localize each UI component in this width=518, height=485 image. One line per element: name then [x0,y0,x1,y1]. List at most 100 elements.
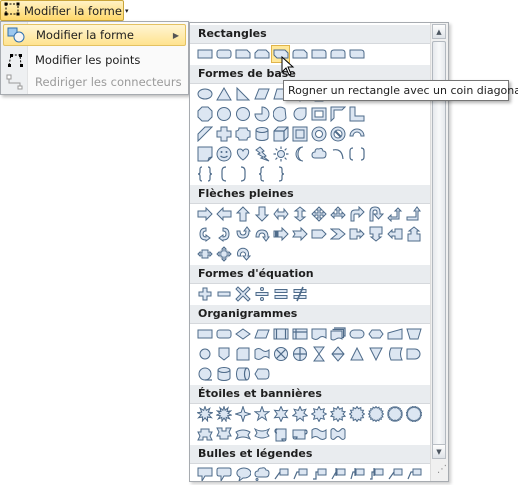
shape-f-process-icon[interactable] [195,325,214,343]
shape-s-explo2-icon[interactable] [214,405,233,423]
shape-rbrace-icon[interactable] [271,165,290,183]
shape-a-striped-icon[interactable] [271,225,290,243]
shape-cloud-icon[interactable] [309,145,328,163]
shape-frame-icon[interactable] [309,105,328,123]
shape-b-wave-icon[interactable] [309,425,328,443]
shape-c-bor2-icon[interactable] [404,465,423,481]
shape-a-right-call-icon[interactable] [347,225,366,243]
shape-a-uturn-icon[interactable] [366,205,385,223]
shape-a-circ-icon[interactable] [233,245,252,263]
shape-dodec-icon[interactable] [233,105,252,123]
shape-b-ribbon-up-icon[interactable] [195,425,214,443]
shape-snip2-icon[interactable] [252,45,271,63]
shape-block-arc-icon[interactable] [347,125,366,143]
shape-round-diag-icon[interactable] [347,45,366,63]
scroll-down-button[interactable]: ▼ [432,444,446,459]
shape-f-extract-icon[interactable] [347,345,366,363]
shape-f-decision-icon[interactable] [233,325,252,343]
shape-f-merge-icon[interactable] [366,345,385,363]
shape-s-32-icon[interactable] [404,405,423,423]
shape-b-scroll-h-icon[interactable] [290,425,309,443]
shape-pentagon-a-icon[interactable] [309,225,328,243]
shape-diag-stripe-icon[interactable] [195,125,214,143]
shape-a-up-call-icon[interactable] [404,225,423,243]
shape-a-down-call-icon[interactable] [366,225,385,243]
shape-f-term-icon[interactable] [347,325,366,343]
shape-s-6-icon[interactable] [271,405,290,423]
shape-snip1-icon[interactable] [233,45,252,63]
shape-f-manual-op-icon[interactable] [404,325,423,343]
shape-rect-icon[interactable] [195,45,214,63]
shape-a-lup-icon[interactable] [385,205,404,223]
shape-a-up-icon[interactable] [233,205,252,223]
resize-grip-icon[interactable]: ⋰ [431,464,447,480]
shape-a-bentup-icon[interactable] [404,205,423,223]
shape-a-bent-icon[interactable] [347,205,366,223]
shape-cube-icon[interactable] [271,125,290,143]
shape-m-neq-icon[interactable] [290,285,309,303]
shape-a-curv-l-icon[interactable] [214,225,233,243]
shape-f-manual-in-icon[interactable] [385,325,404,343]
shape-folded-icon[interactable] [195,145,214,163]
shape-b-ribbon-curv-down-icon[interactable] [252,425,271,443]
shape-b-dwave-icon[interactable] [328,425,347,443]
shape-f-alt-icon[interactable] [214,325,233,343]
shape-m-eq-icon[interactable] [271,285,290,303]
shape-b-ribbon-curv-up-icon[interactable] [233,425,252,443]
shape-f-delay-icon[interactable] [404,345,423,363]
shape-a-notched-icon[interactable] [290,225,309,243]
shape-pie-icon[interactable] [252,105,271,123]
shape-f-offpage-icon[interactable] [214,345,233,363]
shape-c-line2-icon[interactable] [290,465,309,481]
shape-dbrace-icon[interactable] [195,165,214,183]
shape-rbrkt-icon[interactable] [233,165,252,183]
shape-moon-icon[interactable] [290,145,309,163]
shape-f-sort-icon[interactable] [328,345,347,363]
shape-a-curv-u-icon[interactable] [233,225,252,243]
shape-f-predef-icon[interactable] [271,325,290,343]
shape-c-acc1-icon[interactable] [328,465,347,481]
shape-c-line1-icon[interactable] [271,465,290,481]
shape-s-24-icon[interactable] [385,405,404,423]
shape-f-sumj-icon[interactable] [271,345,290,363]
shape-chevron-icon[interactable] [328,225,347,243]
shape-a-left-icon[interactable] [214,205,233,223]
shape-f-card-icon[interactable] [233,345,252,363]
shape-f-seq-icon[interactable] [195,365,214,383]
shape-round2-icon[interactable] [328,45,347,63]
shape-f-display-icon[interactable] [252,365,271,383]
shape-dec-icon[interactable] [214,105,233,123]
shape-m-div-icon[interactable] [252,285,271,303]
shape-no-icon[interactable] [328,125,347,143]
shape-a-lr-icon[interactable] [271,205,290,223]
menu-item-change-shape[interactable]: Modifier la forme ▶ [3,24,186,46]
shape-s-7-icon[interactable] [290,405,309,423]
shape-c-rect-icon[interactable] [195,465,214,481]
shape-f-magdisk-icon[interactable] [214,365,233,383]
shape-rtri-icon[interactable] [233,85,252,103]
shape-f-direct-icon[interactable] [233,365,252,383]
shape-donut-icon[interactable] [309,125,328,143]
shape-heart-icon[interactable] [233,145,252,163]
shape-m-minus-icon[interactable] [214,285,233,303]
shape-f-or-icon[interactable] [290,345,309,363]
shape-f-internal-icon[interactable] [290,325,309,343]
shape-s-5-icon[interactable] [252,405,271,423]
shape-f-multidoc-icon[interactable] [328,325,347,343]
shape-f-conn-icon[interactable] [195,345,214,363]
modify-shape-ribbon-button[interactable]: Modifier la forme ▾ [0,0,128,21]
shape-m-plus-icon[interactable] [195,285,214,303]
shape-c-cloud-icon[interactable] [252,465,271,481]
shape-chord-icon[interactable] [271,105,290,123]
shape-tear-icon[interactable] [290,105,309,123]
shape-a-left-call-icon[interactable] [385,225,404,243]
shape-s-16-icon[interactable] [366,405,385,423]
shape-s-10-icon[interactable] [328,405,347,423]
shape-a-curv-d-icon[interactable] [252,225,271,243]
scroll-up-button[interactable]: ▲ [432,24,446,39]
shape-a-lru-icon[interactable] [328,205,347,223]
shape-a-lr-call-icon[interactable] [195,245,214,263]
shape-f-tape-icon[interactable] [252,345,271,363]
menu-item-reroute-connectors[interactable]: Rediriger les connecteurs [3,71,186,93]
shape-bevel-icon[interactable] [290,125,309,143]
